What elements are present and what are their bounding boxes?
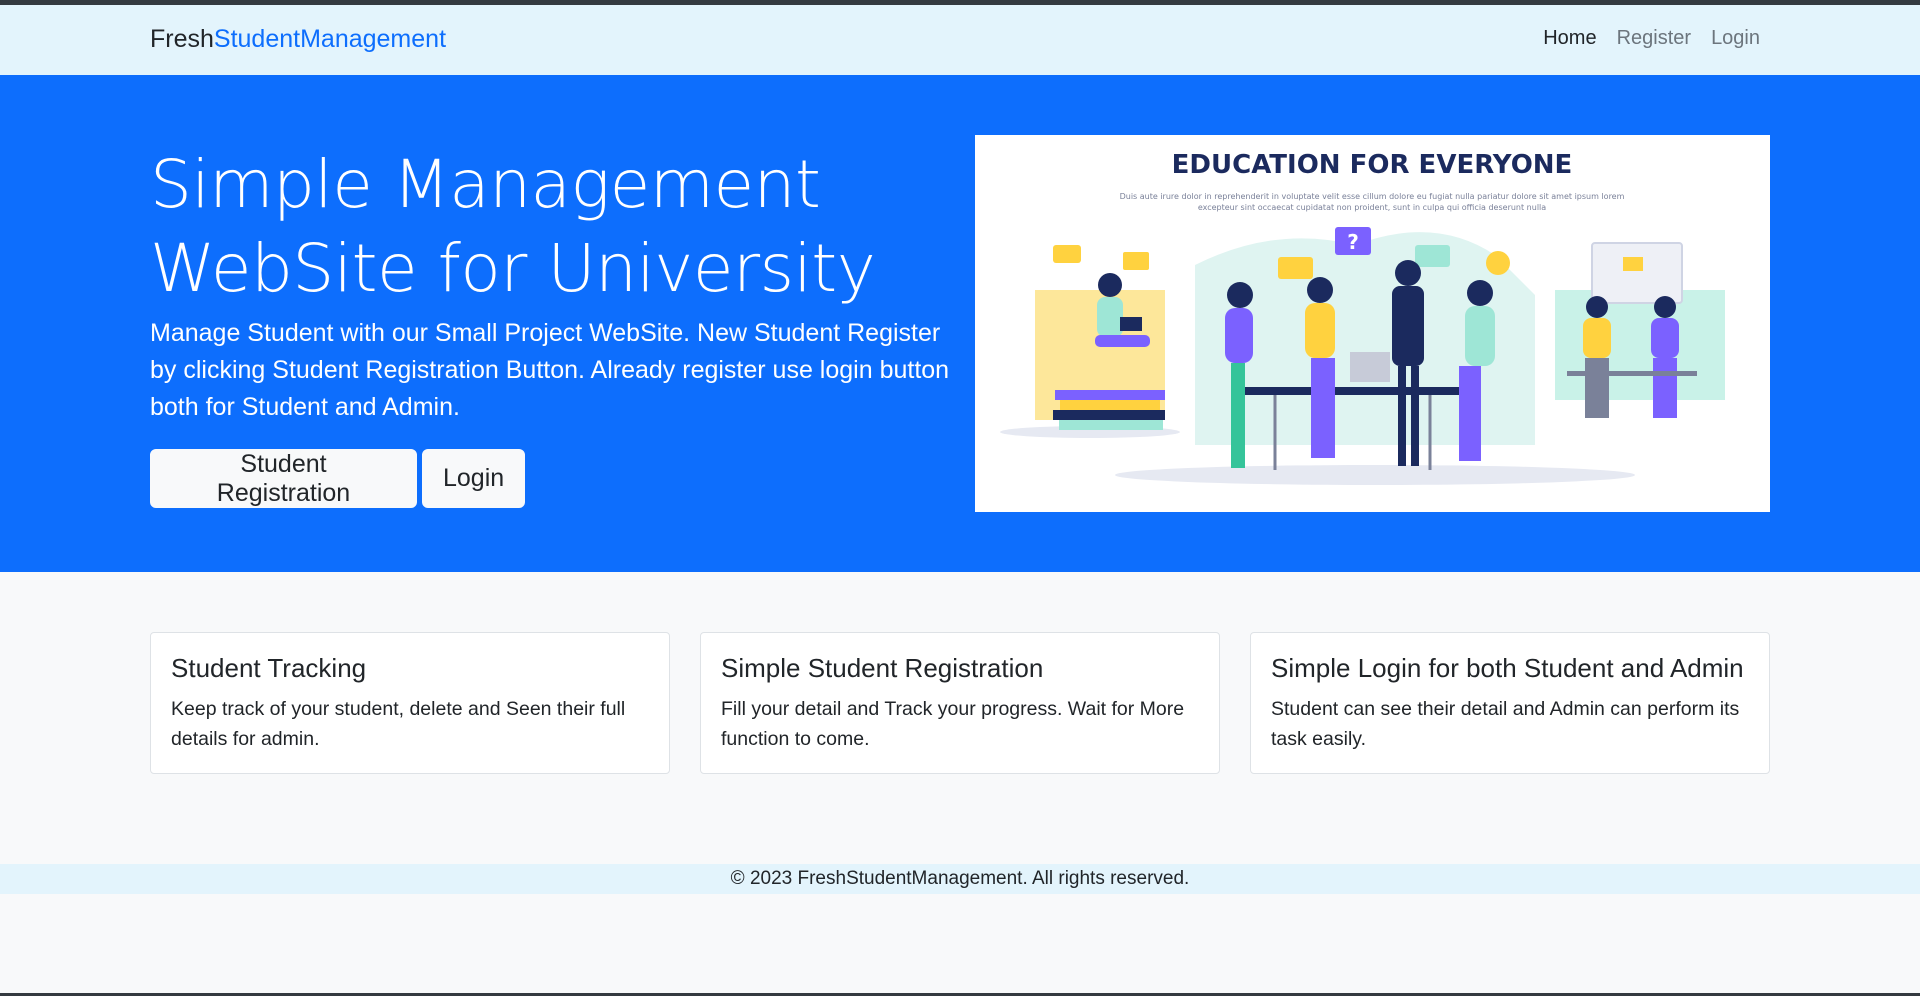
meeting-table-icon	[1240, 387, 1460, 395]
education-illustration: EDUCATION FOR EVERYONE Duis aute irure d…	[975, 135, 1770, 512]
desk-icon	[1567, 371, 1697, 376]
hero-section: Simple Management WebSite for University…	[0, 75, 1920, 572]
hero-description: Manage Student with our Small Project We…	[150, 319, 950, 421]
nav-link-home[interactable]: Home	[1543, 27, 1596, 50]
book-icon	[1055, 390, 1165, 400]
footer: © 2023 FreshStudentManagement. All right…	[0, 864, 1920, 894]
feature-card-title: Simple Login for both Student and Admin	[1271, 653, 1744, 683]
footer-copyright: © 2023 FreshStudentManagement. All right…	[730, 868, 1190, 889]
feature-card-text: Fill your detail and Track your progress…	[721, 698, 1185, 750]
illustration-caption-line1: Duis aute irure dolor in reprehenderit i…	[1120, 192, 1625, 201]
feature-card-text: Student can see their detail and Admin c…	[1271, 698, 1740, 750]
person-legs-icon	[1095, 335, 1150, 347]
laptop-icon	[1350, 352, 1390, 382]
laptop-icon	[1120, 317, 1142, 331]
book-icon	[1060, 400, 1160, 410]
person-head-icon	[1654, 296, 1676, 318]
chat-bubble-icon	[1415, 245, 1450, 267]
person-legs-icon	[1653, 358, 1677, 418]
video-icon	[1623, 257, 1643, 271]
person-head-icon	[1467, 280, 1493, 306]
features-row: Student Tracking Keep track of your stud…	[150, 632, 1770, 774]
feature-card-student-registration: Simple Student Registration Fill your de…	[700, 632, 1220, 774]
brand-prefix: Fresh	[150, 25, 214, 53]
feature-card-student-tracking: Student Tracking Keep track of your stud…	[150, 632, 670, 774]
person-body-icon	[1651, 318, 1679, 358]
person-legs-icon	[1459, 366, 1481, 461]
nav-links: Home Register Login	[1543, 27, 1760, 50]
login-button[interactable]: Login	[422, 449, 525, 508]
navbar: FreshStudentManagement Home Register Log…	[0, 5, 1920, 75]
presentation-board-icon	[1591, 242, 1683, 304]
illustration-caption-line2: excepteur sint occaecat cupidatat non pr…	[1198, 203, 1546, 212]
mint-panel-shape	[1555, 290, 1725, 400]
person-body-icon	[1225, 308, 1253, 363]
book-icon	[1059, 420, 1163, 430]
hero-title-line2: WebSite for University	[150, 230, 876, 307]
person-body-icon	[1305, 303, 1335, 358]
person-suit-icon	[1392, 286, 1424, 366]
hero-title-line1: Simple Management	[150, 146, 821, 223]
floor-shadow-shape	[1115, 465, 1635, 485]
education-illustration-svg: EDUCATION FOR EVERYONE Duis aute irure d…	[1000, 150, 1725, 485]
chat-bubble-icon	[1278, 257, 1313, 279]
person-head-icon	[1227, 282, 1253, 308]
person-legs-icon	[1311, 358, 1335, 458]
person-body-icon	[1097, 297, 1123, 337]
hero-title: Simple Management WebSite for University	[150, 143, 910, 311]
person-legs-icon	[1411, 366, 1419, 466]
brand-accent: StudentManagement	[213, 25, 447, 53]
feature-card-title: Simple Student Registration	[721, 653, 1044, 683]
person-head-icon	[1098, 273, 1122, 297]
person-legs-icon	[1398, 366, 1406, 466]
feature-card-title: Student Tracking	[171, 653, 367, 683]
person-head-icon	[1395, 260, 1421, 286]
nav-link-login[interactable]: Login	[1711, 27, 1760, 50]
person-body-icon	[1583, 318, 1611, 358]
illustration-heading: EDUCATION FOR EVERYONE	[1172, 150, 1573, 180]
person-head-icon	[1307, 277, 1333, 303]
feature-card-simple-login: Simple Login for both Student and Admin …	[1250, 632, 1770, 774]
book-icon	[1053, 410, 1165, 420]
person-body-icon	[1465, 306, 1495, 366]
brand-logo-link[interactable]: FreshStudentManagement	[150, 25, 446, 54]
pie-chart-icon	[1486, 251, 1510, 275]
video-bubble-icon	[1123, 252, 1149, 270]
person-head-icon	[1586, 296, 1608, 318]
feature-card-text: Keep track of your student, delete and S…	[171, 698, 626, 750]
student-registration-button[interactable]: Student Registration	[150, 449, 417, 508]
question-mark-glyph: ?	[1347, 230, 1359, 254]
person-legs-icon	[1585, 358, 1609, 418]
person-legs-icon	[1231, 363, 1245, 468]
chat-bubble-icon	[1053, 245, 1081, 263]
nav-link-register[interactable]: Register	[1617, 27, 1691, 50]
